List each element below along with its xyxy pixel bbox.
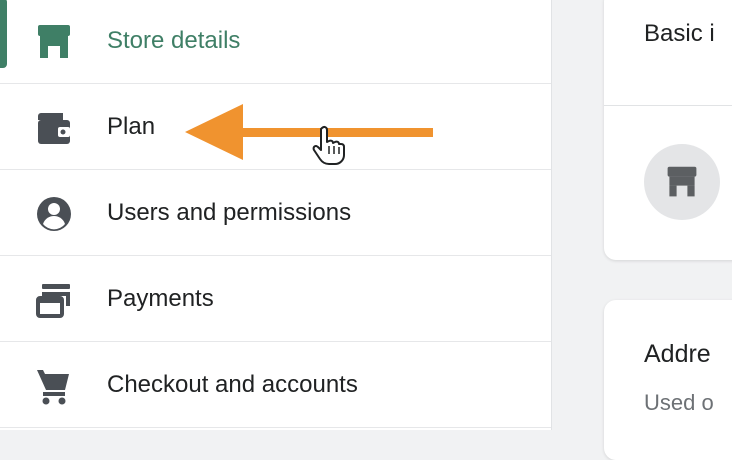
sidebar-item-label: Payments: [107, 285, 214, 312]
divider: [604, 105, 732, 106]
user-circle-icon: [34, 194, 74, 234]
main-content: Basic i Addre Used o: [552, 0, 732, 460]
settings-sidebar: Store details Plan Users and permissions: [0, 0, 552, 430]
card-subtitle: Used o: [644, 390, 714, 415]
sidebar-item-users-permissions[interactable]: Users and permissions: [0, 170, 551, 256]
sidebar-item-label: Users and permissions: [107, 199, 352, 226]
sidebar-item-label: Plan: [107, 113, 156, 140]
payments-icon: [34, 280, 74, 320]
wallet-icon: [34, 108, 74, 148]
basic-info-card: Basic i: [604, 0, 732, 260]
card-title: Addre: [644, 340, 711, 368]
sidebar-item-label: Store details: [107, 27, 241, 54]
hand-pointer-icon: [312, 125, 345, 165]
store-icon: [667, 166, 697, 197]
store-avatar[interactable]: [644, 144, 720, 220]
store-icon: [34, 22, 74, 62]
cart-icon: [34, 366, 74, 406]
card-title: Basic i: [644, 20, 715, 47]
sidebar-item-checkout-accounts[interactable]: Checkout and accounts: [0, 342, 551, 428]
address-card: Addre Used o: [604, 300, 732, 460]
sidebar-item-label: Checkout and accounts: [107, 371, 358, 398]
active-indicator: [0, 0, 7, 68]
sidebar-item-payments[interactable]: Payments: [0, 256, 551, 342]
sidebar-item-store-details[interactable]: Store details: [0, 0, 551, 84]
